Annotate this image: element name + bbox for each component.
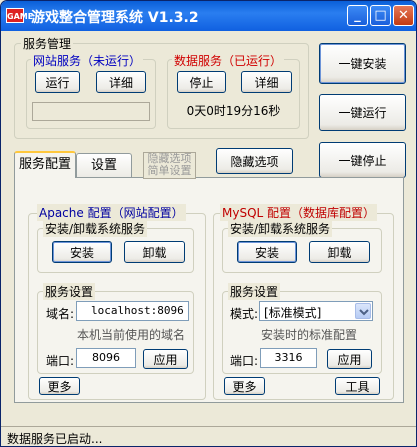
apache-domain-input[interactable]: localhost:8096 — [76, 301, 189, 321]
tab-settings[interactable]: 设置 — [76, 153, 132, 177]
minimize-button[interactable]: _ — [347, 5, 368, 26]
mysql-install-label: 安装/卸载系统服务 — [228, 220, 333, 237]
status-text: 数据服务已启动... — [7, 432, 103, 446]
mysql-label: MySQL 配置（数据库配置） — [220, 204, 378, 221]
db-uptime: 0天0时19分16秒 — [186, 104, 281, 118]
apache-domain-label: 域名: — [46, 307, 75, 321]
db-detail-button[interactable]: 详细 — [241, 71, 292, 93]
apache-label: Apache 配置（网站配置） — [37, 204, 186, 221]
mysql-mode-hint: 安装时的标准配置 — [261, 328, 358, 342]
mysql-uninstall-button[interactable]: 卸载 — [309, 241, 370, 263]
mysql-port-input[interactable]: 3316 — [260, 348, 317, 368]
mysql-mode-select[interactable]: [标准模式] — [259, 301, 373, 321]
apache-apply-button[interactable]: 应用 — [143, 349, 188, 369]
db-service-label: 数据服务（已运行） — [172, 52, 285, 69]
mysql-apply-button[interactable]: 应用 — [327, 349, 372, 369]
close-button[interactable]: ✕ — [393, 5, 414, 26]
apache-uninstall-button[interactable]: 卸载 — [124, 241, 185, 263]
apache-more-button[interactable]: 更多 — [39, 377, 80, 395]
run-all-button[interactable]: 一键运行 — [319, 94, 406, 131]
apache-install-button[interactable]: 安装 — [52, 241, 112, 263]
apache-domain-hint: 本机当前使用的域名 — [77, 328, 186, 342]
apache-port-label: 端口: — [46, 354, 75, 368]
web-detail-button[interactable]: 详细 — [96, 71, 146, 93]
web-service-label: 网站服务（未运行） — [31, 52, 144, 69]
stop-all-button[interactable]: 一键停止 — [319, 142, 406, 178]
db-stop-button[interactable]: 停止 — [177, 71, 226, 93]
web-run-button[interactable]: 运行 — [35, 71, 80, 93]
apache-port-input[interactable]: 8096 — [76, 348, 136, 368]
title-bar[interactable]: GAME 游戏整合管理系统 V1.3.2 _ □ ✕ — [1, 1, 416, 31]
hidden-options-tab: 隐藏选项 简单设置 — [143, 152, 196, 179]
window-title: 游戏整合管理系统 V1.3.2 — [31, 10, 199, 26]
mysql-port-label: 端口: — [230, 354, 259, 368]
main-window: GAME 游戏整合管理系统 V1.3.2 _ □ ✕ 服务管理 网站服务（未运行… — [0, 0, 417, 447]
install-all-button[interactable]: 一键安装 — [319, 43, 406, 84]
mysql-tools-button[interactable]: 工具 — [335, 377, 380, 395]
maximize-button[interactable]: □ — [370, 5, 391, 26]
mysql-settings-label: 服务设置 — [228, 283, 281, 300]
apache-install-label: 安装/卸载系统服务 — [43, 220, 148, 237]
mysql-mode-label: 模式: — [230, 307, 259, 321]
hide-options-button[interactable]: 隐藏选项 — [216, 148, 293, 174]
web-status-field — [32, 102, 150, 121]
status-bar: 数据服务已启动... — [1, 426, 416, 446]
tab-service-config[interactable]: 服务配置 — [14, 151, 76, 178]
mysql-mode-value: [标准模式] — [264, 306, 322, 320]
service-mgmt-label: 服务管理 — [21, 35, 74, 52]
mysql-install-button[interactable]: 安装 — [237, 241, 297, 263]
mysql-more-button[interactable]: 更多 — [224, 377, 265, 395]
apache-settings-label: 服务设置 — [43, 283, 96, 300]
app-icon: GAME — [6, 8, 33, 23]
chevron-down-icon[interactable] — [355, 303, 371, 319]
